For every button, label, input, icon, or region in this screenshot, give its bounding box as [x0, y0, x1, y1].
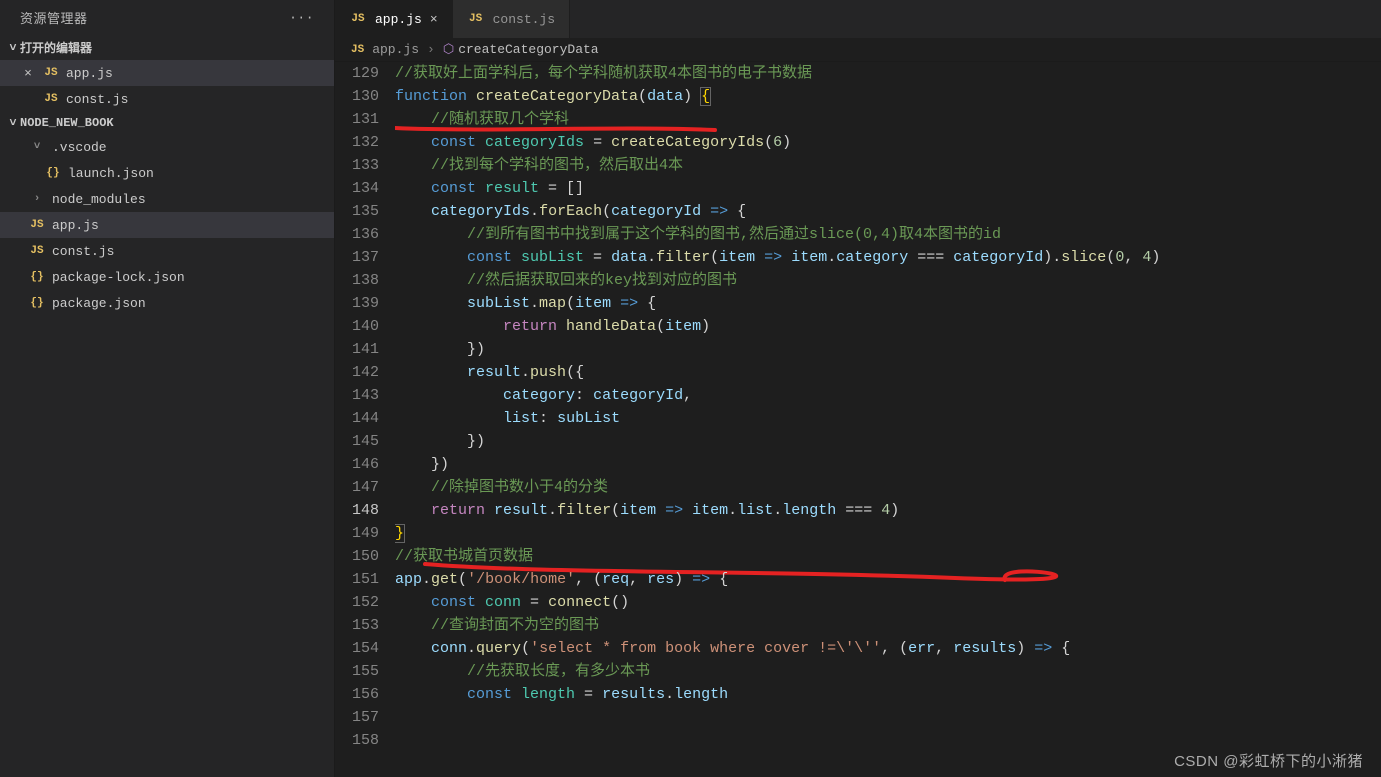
file-label: node_modules	[52, 192, 146, 207]
folder-item[interactable]: › node_modules	[0, 186, 334, 212]
code-line[interactable]: //随机获取几个学科	[395, 108, 1381, 131]
file-item[interactable]: JS app.js	[0, 212, 334, 238]
code-line[interactable]: })	[395, 338, 1381, 361]
code-area[interactable]: //获取好上面学科后，每个学科随机获取4本图书的电子书数据function cr…	[395, 62, 1381, 777]
code-line[interactable]: //先获取长度，有多少本书	[395, 660, 1381, 683]
code-line[interactable]: subList.map(item => {	[395, 292, 1381, 315]
js-file-icon: JS	[349, 13, 367, 25]
file-label: .vscode	[52, 140, 107, 155]
chevron-icon: ˅	[28, 141, 46, 153]
gutter: 1291301311321331341351361371381391401411…	[335, 62, 395, 777]
code-line[interactable]: })	[395, 453, 1381, 476]
sidebar-title: 资源管理器	[20, 8, 88, 27]
code-line[interactable]: function createCategoryData(data) {	[395, 85, 1381, 108]
js-file-icon: JS	[42, 67, 60, 79]
json-file-icon: {}	[28, 271, 46, 283]
file-label: launch.json	[68, 166, 154, 181]
js-file-icon: JS	[351, 44, 364, 56]
code-line[interactable]: const categoryIds = createCategoryIds(6)	[395, 131, 1381, 154]
breadcrumbs[interactable]: JS app.js › ⬡ createCategoryData	[335, 38, 1381, 62]
watermark: CSDN @彩虹桥下的小淅猪	[1174, 750, 1363, 771]
tabs-bar: JS app.js × JS const.js	[335, 0, 1381, 38]
code-line[interactable]: return handleData(item)	[395, 315, 1381, 338]
close-icon[interactable]: ×	[20, 66, 36, 81]
js-file-icon: JS	[467, 13, 485, 25]
code-line[interactable]: list: subList	[395, 407, 1381, 430]
editor[interactable]: 1291301311321331341351361371381391401411…	[335, 62, 1381, 777]
js-file-icon: JS	[42, 93, 60, 105]
close-icon[interactable]	[20, 92, 36, 107]
section-project[interactable]: ˅ NODE_NEW_BOOK	[0, 112, 334, 134]
code-line[interactable]: //查询封面不为空的图书	[395, 614, 1381, 637]
code-line[interactable]: return result.filter(item => item.list.l…	[395, 499, 1381, 522]
files-list: ˅ .vscode {} launch.json › node_modules JS app.…	[0, 134, 334, 316]
json-file-icon: {}	[28, 297, 46, 309]
file-label: package.json	[52, 296, 146, 311]
code-line[interactable]: categoryIds.forEach(categoryId => {	[395, 200, 1381, 223]
json-file-icon: {}	[44, 167, 62, 179]
file-item[interactable]: {} package-lock.json	[0, 264, 334, 290]
tab[interactable]: JS const.js	[453, 0, 570, 38]
breadcrumb-symbol[interactable]: ⬡ createCategoryData	[443, 42, 599, 57]
tab-label: const.js	[493, 12, 555, 27]
open-editors-label: 打开的编辑器	[20, 39, 92, 56]
open-editor-item[interactable]: JS const.js	[0, 86, 334, 112]
code-line[interactable]: conn.query('select * from book where cov…	[395, 637, 1381, 660]
file-label: app.js	[66, 66, 113, 81]
sidebar-more-icon[interactable]: ···	[283, 10, 320, 25]
file-label: const.js	[66, 92, 128, 107]
file-item[interactable]: {} package.json	[0, 290, 334, 316]
sidebar: 资源管理器 ··· ˅ 打开的编辑器 ×JSapp.js JSconst.js …	[0, 0, 335, 777]
open-editor-item[interactable]: × JS app.js	[0, 60, 334, 86]
code-line[interactable]: const subList = data.filter(item => item…	[395, 246, 1381, 269]
chevron-down-icon: ˅	[6, 116, 20, 130]
folder-item[interactable]: ˅ .vscode	[0, 134, 334, 160]
code-line[interactable]: }	[395, 522, 1381, 545]
file-label: app.js	[52, 218, 99, 233]
code-line[interactable]: const length = results.length	[395, 683, 1381, 706]
js-file-icon: JS	[28, 219, 46, 231]
open-editors-list: × JS app.js JS const.js	[0, 60, 334, 112]
code-line[interactable]: app.get('/book/home', (req, res) => {	[395, 568, 1381, 591]
chevron-right-icon: ›	[427, 42, 435, 57]
chevron-down-icon: ˅	[6, 41, 20, 55]
code-line[interactable]: category: categoryId,	[395, 384, 1381, 407]
function-icon: ⬡	[443, 42, 454, 57]
chevron-icon: ›	[28, 193, 46, 205]
code-line[interactable]: })	[395, 430, 1381, 453]
file-label: const.js	[52, 244, 114, 259]
js-file-icon: JS	[28, 245, 46, 257]
code-line[interactable]: const conn = connect()	[395, 591, 1381, 614]
close-icon[interactable]: ×	[430, 12, 438, 27]
file-label: package-lock.json	[52, 270, 185, 285]
code-line[interactable]: //到所有图书中找到属于这个学科的图书,然后通过slice(0,4)取4本图书的…	[395, 223, 1381, 246]
main: JS app.js × JS const.js JS app.js › ⬡ create…	[335, 0, 1381, 777]
code-line[interactable]: //然后据获取回来的key找到对应的图书	[395, 269, 1381, 292]
code-line[interactable]: //获取书城首页数据	[395, 545, 1381, 568]
breadcrumb-file[interactable]: app.js	[372, 42, 419, 57]
code-line[interactable]: //除掉图书数小于4的分类	[395, 476, 1381, 499]
tab[interactable]: JS app.js ×	[335, 0, 453, 38]
file-item[interactable]: JS const.js	[0, 238, 334, 264]
project-label: NODE_NEW_BOOK	[20, 116, 114, 130]
code-line[interactable]: const result = []	[395, 177, 1381, 200]
code-line[interactable]: result.push({	[395, 361, 1381, 384]
tab-label: app.js	[375, 12, 422, 27]
section-open-editors[interactable]: ˅ 打开的编辑器	[0, 35, 334, 60]
file-item[interactable]: {} launch.json	[0, 160, 334, 186]
code-line[interactable]: //找到每个学科的图书，然后取出4本	[395, 154, 1381, 177]
sidebar-header: 资源管理器 ···	[0, 0, 334, 35]
code-line[interactable]: //获取好上面学科后，每个学科随机获取4本图书的电子书数据	[395, 62, 1381, 85]
